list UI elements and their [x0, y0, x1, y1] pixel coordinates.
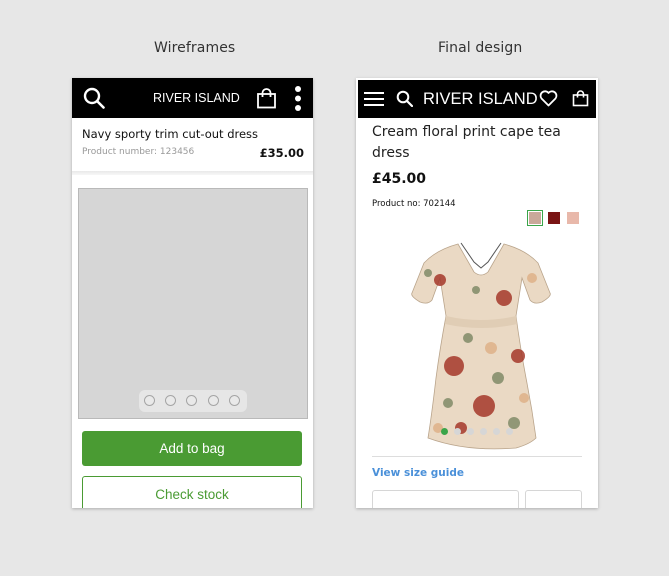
- wireframe-screen: RIVER ISLAND Navy sporty trim cut-out dr…: [72, 78, 313, 508]
- wireframes-caption: Wireframes: [154, 40, 236, 56]
- product-price: £35.00: [259, 146, 304, 160]
- divider: [72, 171, 313, 175]
- color-swatch-selected[interactable]: [527, 210, 543, 226]
- color-swatch[interactable]: [548, 212, 560, 224]
- heart-icon[interactable]: [539, 90, 558, 107]
- carousel-dot[interactable]: [208, 395, 219, 406]
- more-options-icon[interactable]: [293, 85, 303, 112]
- product-image-placeholder[interactable]: [78, 188, 308, 419]
- carousel-dot-active[interactable]: [441, 428, 448, 435]
- carousel-dot[interactable]: [493, 428, 500, 435]
- carousel-dot[interactable]: [144, 395, 155, 406]
- wireframe-header: RIVER ISLAND: [72, 78, 313, 118]
- carousel-dot[interactable]: [454, 428, 461, 435]
- carousel-dot[interactable]: [467, 428, 474, 435]
- size-guide-link[interactable]: View size guide: [372, 467, 464, 479]
- shopping-bag-icon[interactable]: [256, 88, 277, 109]
- product-title: Navy sporty trim cut-out dress: [82, 127, 259, 141]
- search-icon[interactable]: [396, 90, 413, 107]
- check-stock-button[interactable]: Check stock: [82, 476, 302, 508]
- final-design-screen: RIVER ISLAND Cream floral print cape tea…: [356, 78, 598, 508]
- brand-logo[interactable]: RIVER ISLAND: [153, 78, 240, 118]
- carousel-dot[interactable]: [506, 428, 513, 435]
- final-header: RIVER ISLAND: [358, 80, 596, 118]
- shopping-bag-icon[interactable]: [572, 90, 589, 107]
- product-number: Product no: 702144: [372, 199, 456, 209]
- carousel-dot[interactable]: [165, 395, 176, 406]
- product-title: Cream floral print cape tea dress: [372, 124, 561, 161]
- brand-logo[interactable]: RIVER ISLAND: [423, 80, 538, 118]
- product-number: Product number: 123456: [82, 147, 195, 157]
- carousel-dot[interactable]: [480, 428, 487, 435]
- dress-product-image[interactable]: [406, 238, 556, 453]
- search-icon[interactable]: [83, 87, 105, 109]
- menu-icon[interactable]: [364, 91, 384, 107]
- quantity-select[interactable]: [525, 490, 582, 508]
- carousel-dot[interactable]: [186, 395, 197, 406]
- size-select[interactable]: [372, 490, 519, 508]
- color-swatch[interactable]: [567, 212, 579, 224]
- product-price: £45.00: [372, 171, 427, 187]
- carousel-dot[interactable]: [229, 395, 240, 406]
- carousel-indicator: [139, 390, 247, 412]
- add-to-bag-button[interactable]: Add to bag: [82, 431, 302, 466]
- divider: [372, 456, 582, 457]
- final-design-caption: Final design: [438, 40, 523, 56]
